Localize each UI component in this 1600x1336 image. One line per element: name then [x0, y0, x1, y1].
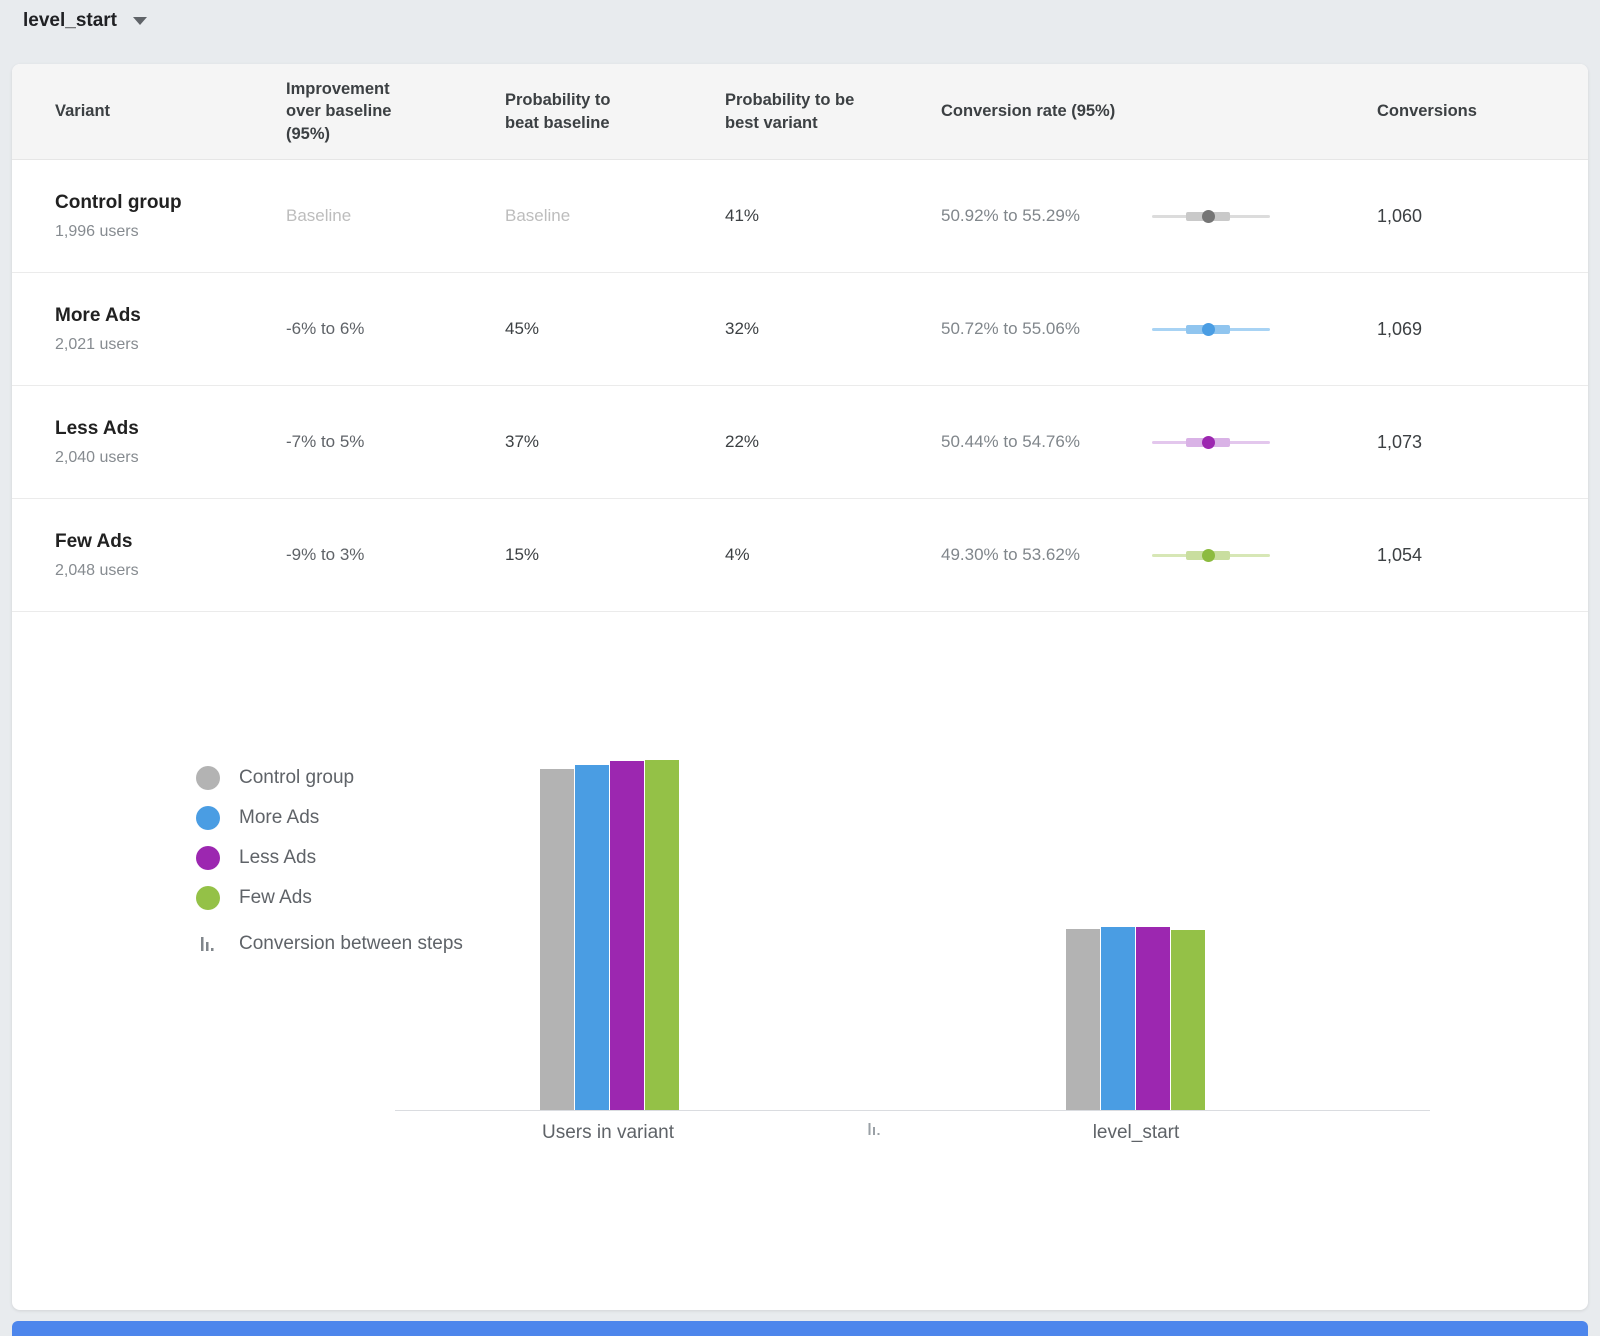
variant-users: 2,048 users [55, 562, 286, 580]
prob-beat-value: Baseline [505, 206, 725, 226]
table-row: Few Ads 2,048 users -9% to 3% 15% 4% 49.… [12, 499, 1588, 612]
variant-name: Control group [55, 192, 286, 214]
conversion-steps-icon [868, 1122, 882, 1143]
prob-beat-value: 37% [505, 432, 725, 452]
column-header-prob-beat: Probability to beat baseline [505, 89, 627, 134]
prob-best-value: 4% [725, 545, 941, 565]
x-axis-label-users-in-variant: Users in variant [542, 1122, 674, 1144]
confidence-interval-graphic [1152, 548, 1270, 563]
x-axis-label-level-start: level_start [1093, 1122, 1180, 1144]
conversion-interval-cell [1152, 548, 1377, 563]
table-row: Control group 1,996 users Baseline Basel… [12, 160, 1588, 273]
variant-cell: More Ads 2,021 users [55, 305, 286, 354]
improvement-value: -7% to 5% [286, 432, 505, 452]
column-header-prob-best: Probability to be best variant [725, 89, 857, 134]
table-row: Less Ads 2,040 users -7% to 5% 37% 22% 5… [12, 386, 1588, 499]
column-header-conversions: Conversions [1377, 100, 1588, 122]
interval-dot [1202, 323, 1215, 336]
legend-label: Less Ads [239, 847, 316, 869]
conversion-interval-cell [1152, 435, 1377, 450]
conversions-value: 1,069 [1377, 319, 1588, 340]
metric-selector[interactable]: level_start [23, 10, 147, 32]
prob-best-value: 41% [725, 206, 941, 226]
bottom-accent-bar [12, 1321, 1588, 1336]
confidence-interval-graphic [1152, 209, 1270, 224]
conversion-rate-range: 49.30% to 53.62% [941, 545, 1152, 565]
conversions-value: 1,073 [1377, 432, 1588, 453]
conversion-interval-cell [1152, 322, 1377, 337]
interval-dot [1202, 210, 1215, 223]
bar-less-ads [610, 761, 644, 1110]
chevron-down-icon [133, 17, 147, 25]
confidence-interval-graphic [1152, 435, 1270, 450]
results-card: Variant Improvement over baseline (95%) … [12, 64, 1588, 1310]
bar-more-ads [1101, 927, 1135, 1110]
conversion-rate-range: 50.72% to 55.06% [941, 319, 1152, 339]
legend-dot-more-ads [196, 806, 220, 830]
bar-less-ads [1136, 927, 1170, 1110]
conversion-interval-cell [1152, 209, 1377, 224]
interval-dot [1202, 549, 1215, 562]
variant-name: Less Ads [55, 418, 286, 440]
legend-label: Few Ads [239, 887, 312, 909]
improvement-value: Baseline [286, 206, 505, 226]
column-header-conversion-rate: Conversion rate (95%) [941, 100, 1377, 122]
interval-dot [1202, 436, 1215, 449]
improvement-value: -6% to 6% [286, 319, 505, 339]
bar-chart [395, 760, 1430, 1110]
variant-cell: Few Ads 2,048 users [55, 531, 286, 580]
bar-group-level-start [1066, 927, 1205, 1110]
prob-beat-value: 15% [505, 545, 725, 565]
legend-dot-control-group [196, 766, 220, 790]
legend-label: More Ads [239, 807, 319, 829]
improvement-value: -9% to 3% [286, 545, 505, 565]
variant-name: More Ads [55, 305, 286, 327]
table-header: Variant Improvement over baseline (95%) … [12, 64, 1588, 160]
bar-control-group [540, 769, 574, 1110]
metric-selector-label: level_start [23, 10, 117, 32]
column-header-variant: Variant [55, 100, 286, 122]
conversion-rate-range: 50.92% to 55.29% [941, 206, 1152, 226]
conversion-rate-range: 50.44% to 54.76% [941, 432, 1152, 452]
bar-few-ads [1171, 930, 1205, 1110]
variant-name: Few Ads [55, 531, 286, 553]
x-axis-line [395, 1110, 1430, 1111]
confidence-interval-graphic [1152, 322, 1270, 337]
legend-dot-less-ads [196, 846, 220, 870]
bar-control-group [1066, 929, 1100, 1110]
variant-users: 1,996 users [55, 223, 286, 241]
variant-users: 2,040 users [55, 449, 286, 467]
conversion-steps-icon [196, 935, 220, 953]
prob-beat-value: 45% [505, 319, 725, 339]
bar-few-ads [645, 760, 679, 1110]
variant-users: 2,021 users [55, 336, 286, 354]
conversions-value: 1,060 [1377, 206, 1588, 227]
prob-best-value: 22% [725, 432, 941, 452]
legend-label: Control group [239, 767, 354, 789]
table-row: More Ads 2,021 users -6% to 6% 45% 32% 5… [12, 273, 1588, 386]
bar-more-ads [575, 765, 609, 1110]
conversions-value: 1,054 [1377, 545, 1588, 566]
bar-group-users-in-variant [540, 760, 679, 1110]
column-header-improvement: Improvement over baseline (95%) [286, 78, 414, 145]
variant-cell: Control group 1,996 users [55, 192, 286, 241]
prob-best-value: 32% [725, 319, 941, 339]
legend-dot-few-ads [196, 886, 220, 910]
variant-cell: Less Ads 2,040 users [55, 418, 286, 467]
